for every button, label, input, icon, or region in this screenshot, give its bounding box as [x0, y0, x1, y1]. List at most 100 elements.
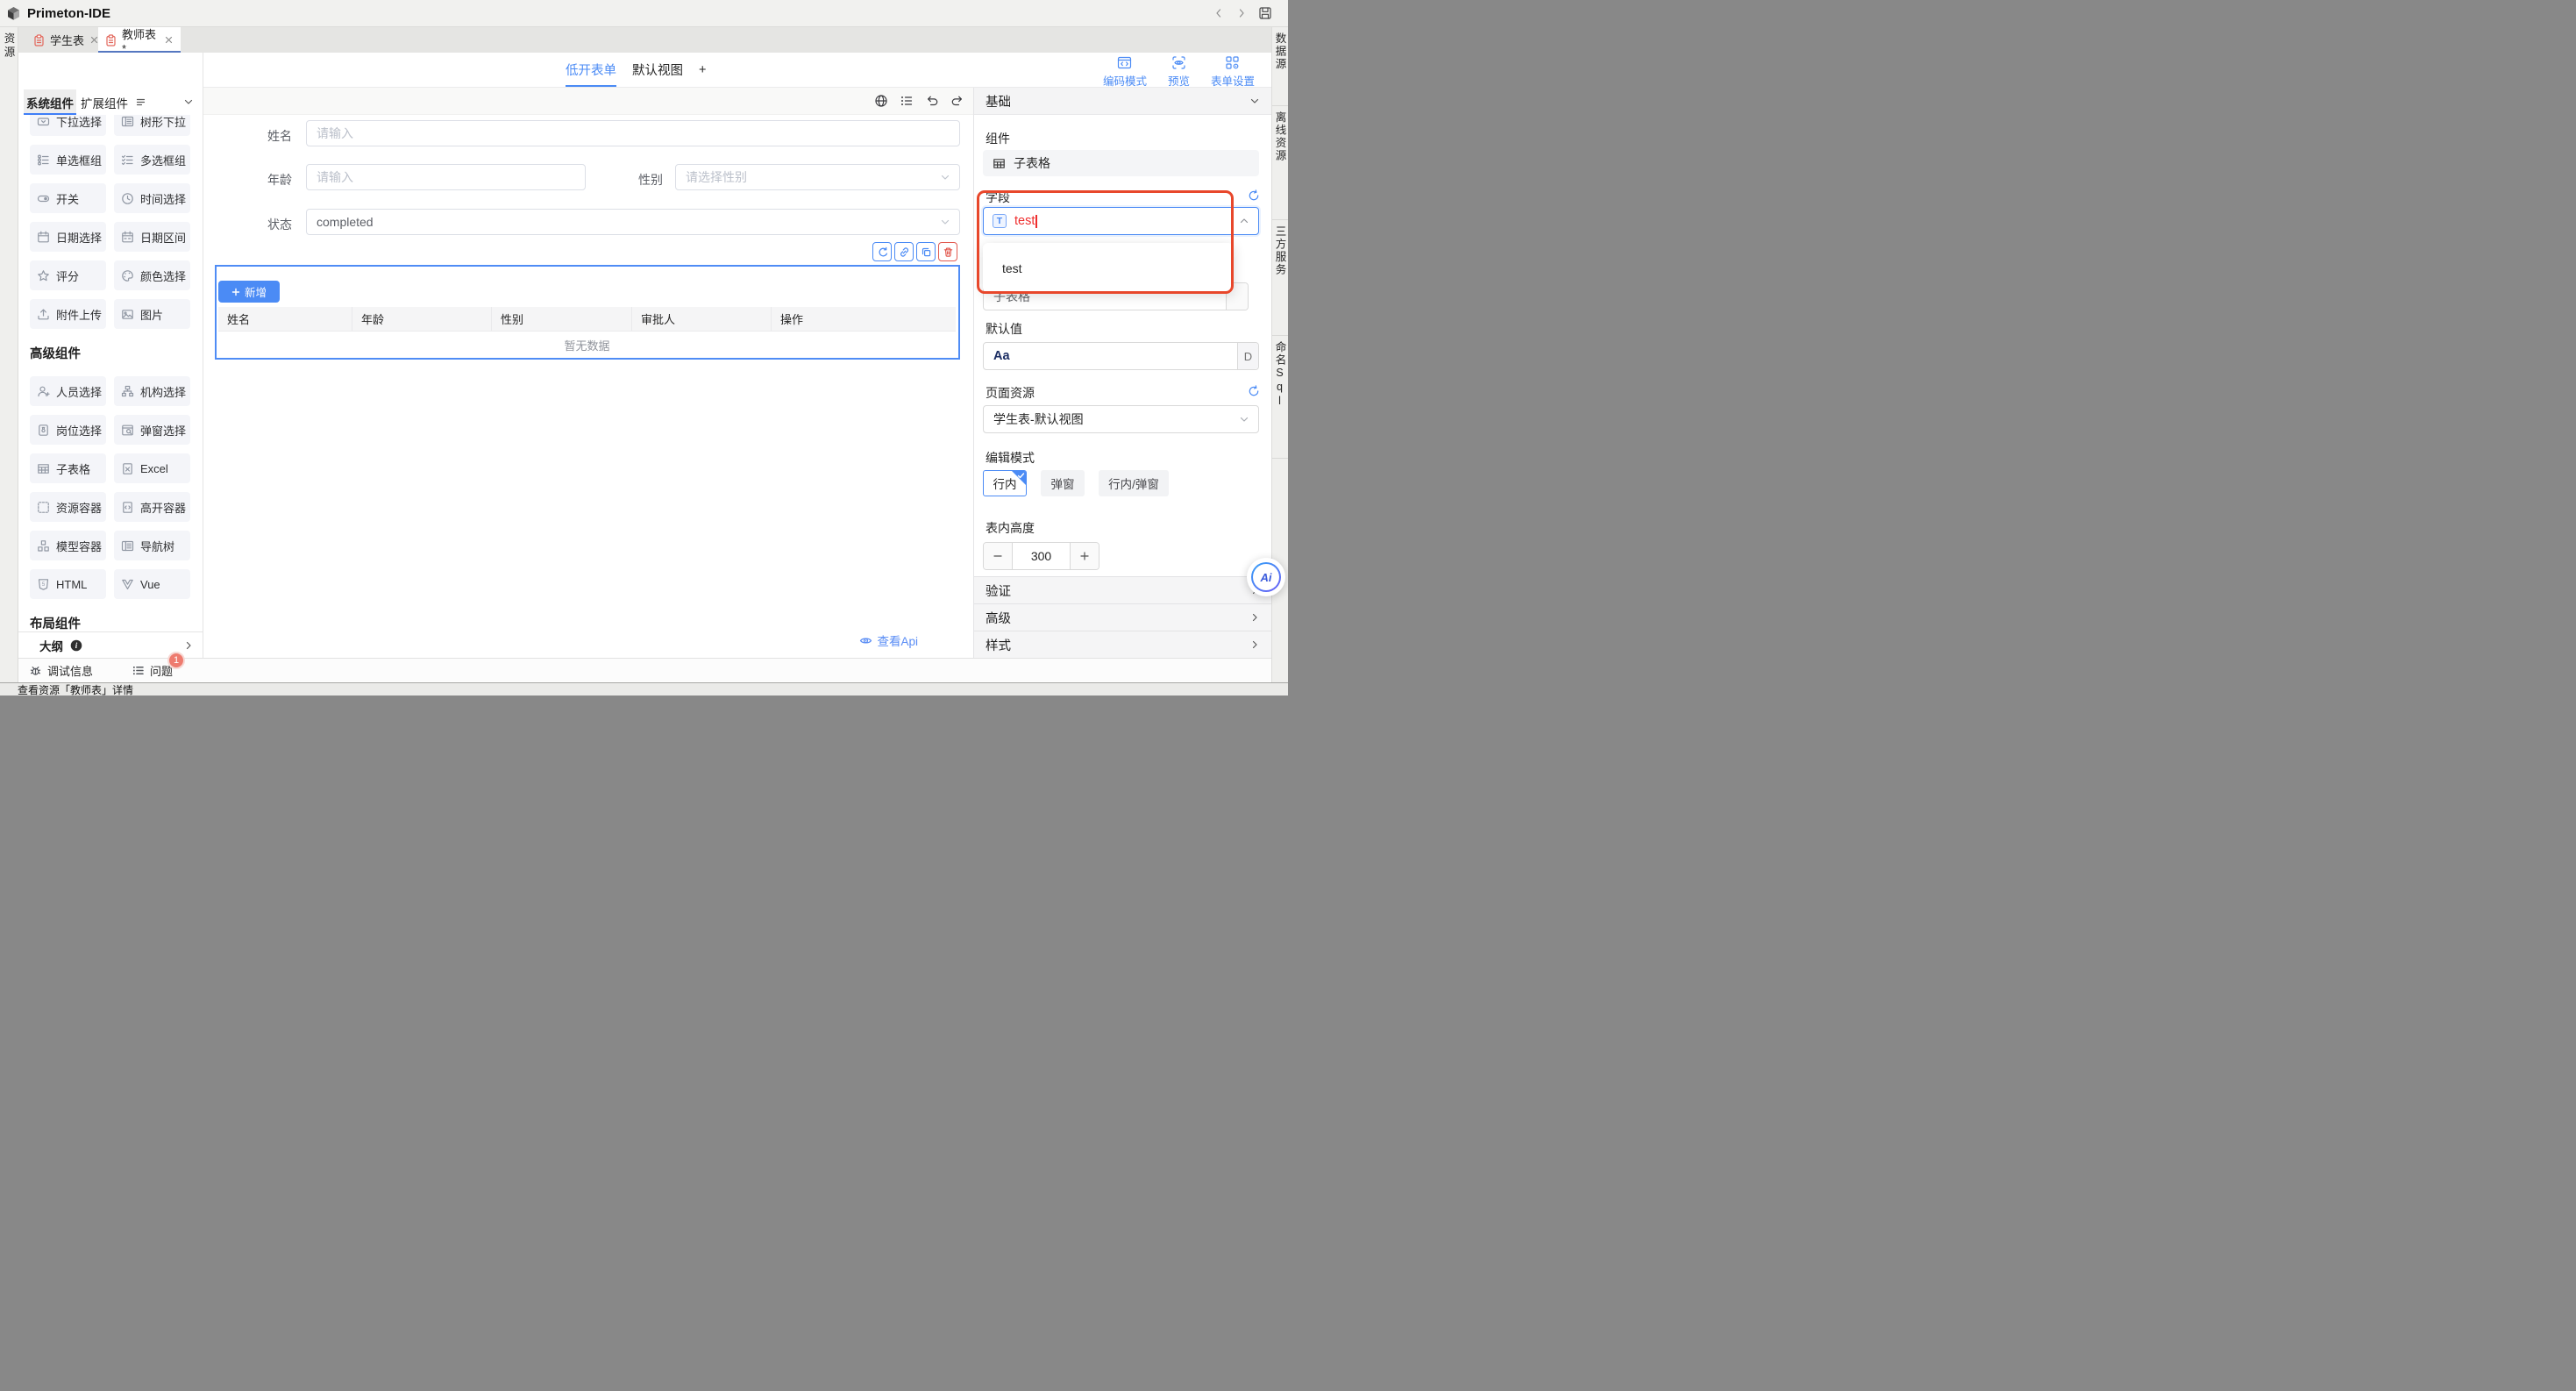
component-item-label: 高开容器 [140, 499, 186, 516]
component-item-time[interactable]: 时间选择 [114, 183, 190, 213]
dropdown-option[interactable]: test [983, 255, 1234, 282]
component-item-switch[interactable]: 开关 [30, 183, 106, 213]
right-rail-tab[interactable]: 离线资源 [1272, 106, 1288, 220]
left-rail-resources-tab[interactable]: 资源 [1, 32, 18, 60]
component-item-upload[interactable]: 附件上传 [30, 299, 106, 329]
status-select[interactable]: completed [306, 209, 960, 235]
close-icon[interactable] [164, 35, 174, 45]
inspector-section-basic[interactable]: 基础 [974, 88, 1271, 115]
nav-forward-icon[interactable] [1235, 7, 1248, 19]
inspector-section-2[interactable]: 高级 [974, 603, 1271, 631]
age-input[interactable]: 请输入 [306, 164, 586, 190]
tab-system-components[interactable]: 系统组件 [24, 89, 76, 115]
component-item-date-range[interactable]: 日期区间 [114, 222, 190, 252]
undo-icon[interactable] [925, 94, 939, 108]
inspector-section-3[interactable]: 样式 [974, 631, 1271, 658]
page-resource-refresh-icon[interactable] [1248, 385, 1260, 397]
default-value-input[interactable]: Aa D [983, 342, 1259, 370]
trash-button[interactable] [938, 242, 957, 261]
component-item-rate[interactable]: 评分 [30, 260, 106, 290]
field-dropdown-menu: test [983, 243, 1234, 293]
component-item-radio-group[interactable]: 单选框组 [30, 145, 106, 175]
stepper-plus-button[interactable] [1070, 543, 1099, 569]
component-item-org[interactable]: 机构选择 [114, 376, 190, 406]
redo-icon[interactable] [950, 94, 964, 108]
field-refresh-icon[interactable] [1248, 189, 1260, 202]
component-item-subtable[interactable]: 子表格 [30, 453, 106, 483]
panel-menu-icon[interactable] [135, 96, 146, 108]
tab-extension-components[interactable]: 扩展组件 [80, 89, 129, 115]
right-rail-tab[interactable]: 三方服务 [1272, 220, 1288, 336]
inspector-section-1[interactable]: 验证 [974, 576, 1271, 603]
component-item-popup[interactable]: 弹窗选择 [114, 415, 190, 445]
edit-mode-option[interactable]: 行内/弹窗 [1099, 470, 1169, 496]
component-item-vue[interactable]: Vue [114, 569, 190, 599]
component-item-tree-select[interactable]: 树形下拉 [114, 115, 190, 136]
table-column-header: 年龄 [352, 307, 492, 331]
component-item-model[interactable]: 模型容器 [30, 531, 106, 560]
copy-button[interactable] [916, 242, 936, 261]
default-value-addon-button[interactable]: D [1237, 343, 1258, 369]
post-icon [37, 424, 50, 437]
save-icon[interactable] [1258, 6, 1272, 20]
add-view-tab[interactable]: + [699, 63, 706, 77]
add-row-button[interactable]: 新增 [218, 281, 280, 303]
subtable-component-selected[interactable]: 新增 姓名年龄性别审批人操作 暂无数据 [215, 265, 960, 360]
globe-icon[interactable] [874, 94, 888, 108]
component-item-date[interactable]: 日期选择 [30, 222, 106, 252]
right-rail-tab-label: 离线资源 [1272, 106, 1289, 219]
date-icon [37, 231, 50, 244]
section-title: 基础 [986, 92, 1011, 111]
component-item-post[interactable]: 岗位选择 [30, 415, 106, 445]
stepper-minus-button[interactable] [984, 543, 1013, 569]
left-rail: 资源 [0, 27, 18, 682]
status-text[interactable]: 查看资源「教师表」详情 [18, 682, 133, 696]
link-button[interactable] [894, 242, 914, 261]
user-icon [37, 385, 50, 398]
component-item-html[interactable]: 5HTML [30, 569, 106, 599]
form-settings-button[interactable]: 表单设置 [1211, 55, 1255, 89]
view-api-label: 查看Api [877, 631, 918, 649]
chevron-right-icon[interactable] [183, 640, 194, 651]
ai-assistant-button[interactable]: Ai [1247, 558, 1285, 596]
debug-bar-bug[interactable]: 调试信息 [29, 662, 93, 679]
right-rail-tab[interactable]: 命名Sql [1272, 336, 1288, 459]
component-list: 下拉选择树形下拉单选框组多选框组开关时间选择日期选择日期区间评分颜色选择附件上传… [18, 115, 203, 631]
debug-bar-list[interactable]: 问题1 [132, 662, 173, 679]
doc-tab-student-table[interactable]: 学生表 [26, 27, 106, 53]
page-resource-select[interactable]: 学生表-默认视图 [983, 405, 1259, 433]
table-height-value[interactable]: 300 [1013, 543, 1070, 569]
field-combobox-focused[interactable]: T test [983, 207, 1259, 235]
doc-tab-teacher-table-active[interactable]: 教师表* [98, 27, 181, 53]
gender-select[interactable]: 请选择性别 [675, 164, 960, 190]
component-item-excel[interactable]: Excel [114, 453, 190, 483]
component-item-code-doc[interactable]: 高开容器 [114, 492, 190, 522]
nav-back-icon[interactable] [1213, 7, 1225, 19]
model-icon [37, 539, 50, 553]
component-item-nav-tree[interactable]: 导航树 [114, 531, 190, 560]
view-tab[interactable]: 低开表单 [566, 61, 616, 79]
app-title: Primeton-IDE [27, 6, 110, 21]
tree-select-icon [121, 115, 134, 128]
view-tab[interactable]: 默认视图 [632, 61, 683, 79]
field-label-status: 状态 [239, 216, 292, 233]
name-input[interactable]: 请输入 [306, 120, 960, 146]
panel-collapse-icon[interactable] [183, 96, 194, 107]
sync-button[interactable] [872, 242, 892, 261]
component-item-select[interactable]: 下拉选择 [30, 115, 106, 136]
edit-mode-option[interactable]: 弹窗 [1041, 470, 1085, 496]
component-item-label: 附件上传 [56, 306, 102, 323]
view-api-link[interactable]: 查看Api [859, 631, 918, 649]
code-mode-button[interactable]: 编码模式 [1103, 55, 1147, 89]
chevron-up-icon[interactable] [1239, 216, 1249, 226]
preview-button[interactable]: 预览 [1168, 55, 1190, 89]
html-icon: 5 [37, 578, 50, 591]
component-item-color[interactable]: 颜色选择 [114, 260, 190, 290]
component-item-user[interactable]: 人员选择 [30, 376, 106, 406]
right-rail-tab[interactable]: 数据源 [1272, 27, 1288, 106]
component-item-check-group[interactable]: 多选框组 [114, 145, 190, 175]
edit-mode-option[interactable]: 行内 [983, 470, 1027, 496]
component-item-image[interactable]: 图片 [114, 299, 190, 329]
component-item-container[interactable]: 资源容器 [30, 492, 106, 522]
outline-tree-icon[interactable] [900, 94, 914, 108]
